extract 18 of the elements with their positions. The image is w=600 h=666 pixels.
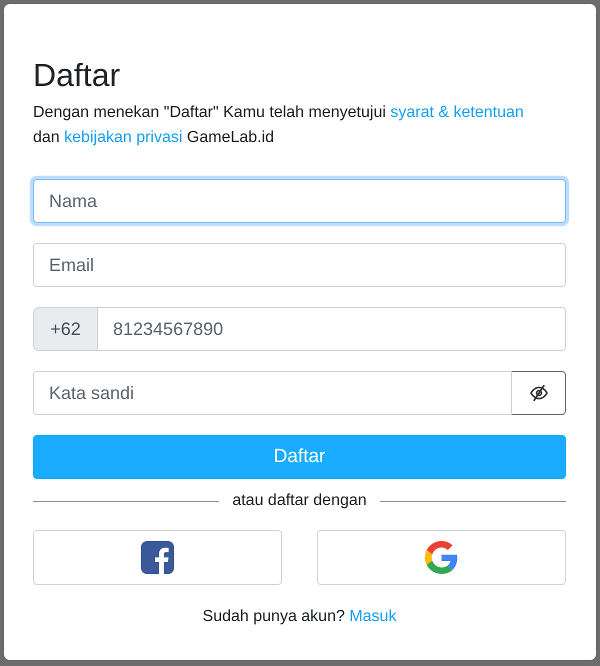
text-field[interactable]: Email <box>33 243 566 287</box>
google-button[interactable] <box>317 530 566 585</box>
signup-button[interactable]: Daftar <box>33 435 566 479</box>
divider-label: atau daftar dengan <box>232 491 367 511</box>
terms-link[interactable]: kebijakan privasi <box>64 129 182 146</box>
terms-notice: Dengan menekan "Daftar" Kamu telah menyetujui syarat & ketentuan dan kebijakan privasi GameLab.id <box>33 103 525 148</box>
login-link[interactable]: Masuk <box>349 608 396 625</box>
facebook-button[interactable] <box>33 530 282 585</box>
password-field[interactable]: Kata sandi <box>33 371 512 415</box>
login-prompt: Sudah punya akun? Masuk <box>202 607 398 627</box>
google-icon <box>425 541 458 574</box>
country-code-prefix: +62 <box>33 307 98 351</box>
terms-link[interactable]: syarat & ketentuan <box>390 104 524 121</box>
phone-field[interactable]: 81234567890 <box>97 307 566 351</box>
show-password-button[interactable] <box>511 371 566 415</box>
text-field[interactable]: Nama <box>33 179 566 223</box>
dialog-title: Daftar <box>33 56 122 95</box>
facebook-icon <box>141 541 174 574</box>
